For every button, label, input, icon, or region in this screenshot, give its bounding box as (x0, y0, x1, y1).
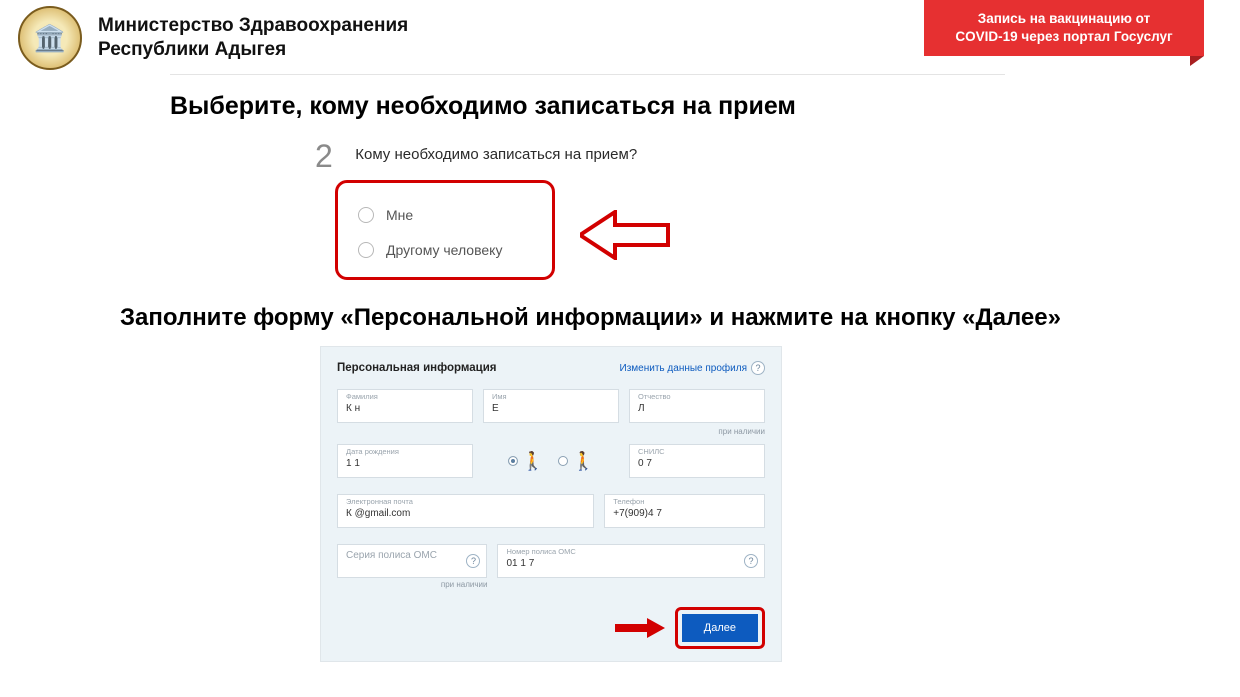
field-label: Телефон (613, 498, 758, 506)
divider (170, 74, 1005, 75)
firstname-field[interactable]: Имя Е (483, 389, 619, 423)
radio-label: Мне (386, 207, 413, 223)
edit-profile-link-label: Изменить данные профиля (620, 363, 747, 374)
arrow-right-icon (615, 617, 665, 639)
oms-number-field[interactable]: Номер полиса ОМС 01 1 7 ? (497, 544, 765, 578)
form-title: Персональная информация (337, 362, 497, 374)
radio-label: Другому человеку (386, 242, 502, 258)
personal-info-form: Персональная информация Изменить данные … (320, 346, 782, 662)
lastname-field[interactable]: Фамилия К н (337, 389, 473, 423)
field-value: К н (346, 401, 466, 414)
step-question: Кому необходимо записаться на прием? (355, 138, 637, 163)
next-button[interactable]: Далее (682, 614, 758, 642)
field-label: Дата рождения (346, 448, 466, 456)
email-field[interactable]: Электронная почта К @gmail.com (337, 494, 594, 528)
field-label: Номер полиса ОМС (506, 548, 758, 556)
banner-line1: Запись на вакцинацию от (978, 11, 1150, 26)
banner-line2: COVID-19 через портал Госуслуг (955, 29, 1172, 44)
next-button-highlight: Далее (675, 607, 765, 649)
field-value: 1 1 (346, 456, 466, 469)
help-icon[interactable]: ? (744, 554, 758, 568)
field-label: Фамилия (346, 393, 466, 401)
heading-choose-person: Выберите, кому необходимо записаться на … (170, 92, 796, 121)
gender-toggle[interactable]: 🚶 🚶 (483, 444, 619, 478)
heading-fill-form: Заполните форму «Персональной информации… (120, 304, 1061, 332)
field-value: +7(909)4 7 (613, 506, 758, 519)
phone-field[interactable]: Телефон +7(909)4 7 (604, 494, 765, 528)
step-number: 2 (315, 138, 333, 175)
dob-field[interactable]: Дата рождения 1 1 (337, 444, 473, 478)
gender-male-radio[interactable] (508, 456, 518, 466)
field-value: Л (638, 401, 758, 414)
field-label: Имя (492, 393, 612, 401)
field-label: Электронная почта (346, 498, 587, 506)
patronymic-field[interactable]: Отчество Л (629, 389, 765, 423)
gender-female-radio[interactable] (558, 456, 568, 466)
radio-icon (358, 207, 374, 223)
snils-field[interactable]: СНИЛС 0 7 (629, 444, 765, 478)
field-value: 01 1 7 (506, 556, 758, 569)
field-value: 0 7 (638, 456, 758, 469)
note-availability: при наличии (337, 580, 487, 589)
help-icon[interactable]: ? (751, 361, 765, 375)
banner: Запись на вакцинацию от COVID-19 через п… (924, 0, 1204, 56)
field-placeholder: Серия полиса ОМС (346, 548, 480, 561)
field-label: Отчество (638, 393, 758, 401)
arrow-left-icon (580, 210, 670, 260)
radio-icon (358, 242, 374, 258)
ministry-line2: Республики Адыгея (98, 38, 408, 62)
radio-group-highlight: Мне Другому человеку (335, 180, 555, 280)
field-label: СНИЛС (638, 448, 758, 456)
note-availability: при наличии (337, 427, 765, 436)
help-icon[interactable]: ? (466, 554, 480, 568)
female-icon: 🚶 (572, 451, 594, 472)
emblem-icon: 🏛️ (18, 6, 82, 70)
field-value: К @gmail.com (346, 506, 587, 519)
male-icon: 🚶 (522, 451, 544, 472)
field-value: Е (492, 401, 612, 414)
oms-series-field[interactable]: Серия полиса ОМС ? (337, 544, 487, 578)
radio-option-other[interactable]: Другому человеку (358, 242, 536, 258)
ministry-line1: Министерство Здравоохранения (98, 14, 408, 38)
edit-profile-link[interactable]: Изменить данные профиля ? (620, 361, 765, 375)
radio-option-me[interactable]: Мне (358, 207, 536, 223)
